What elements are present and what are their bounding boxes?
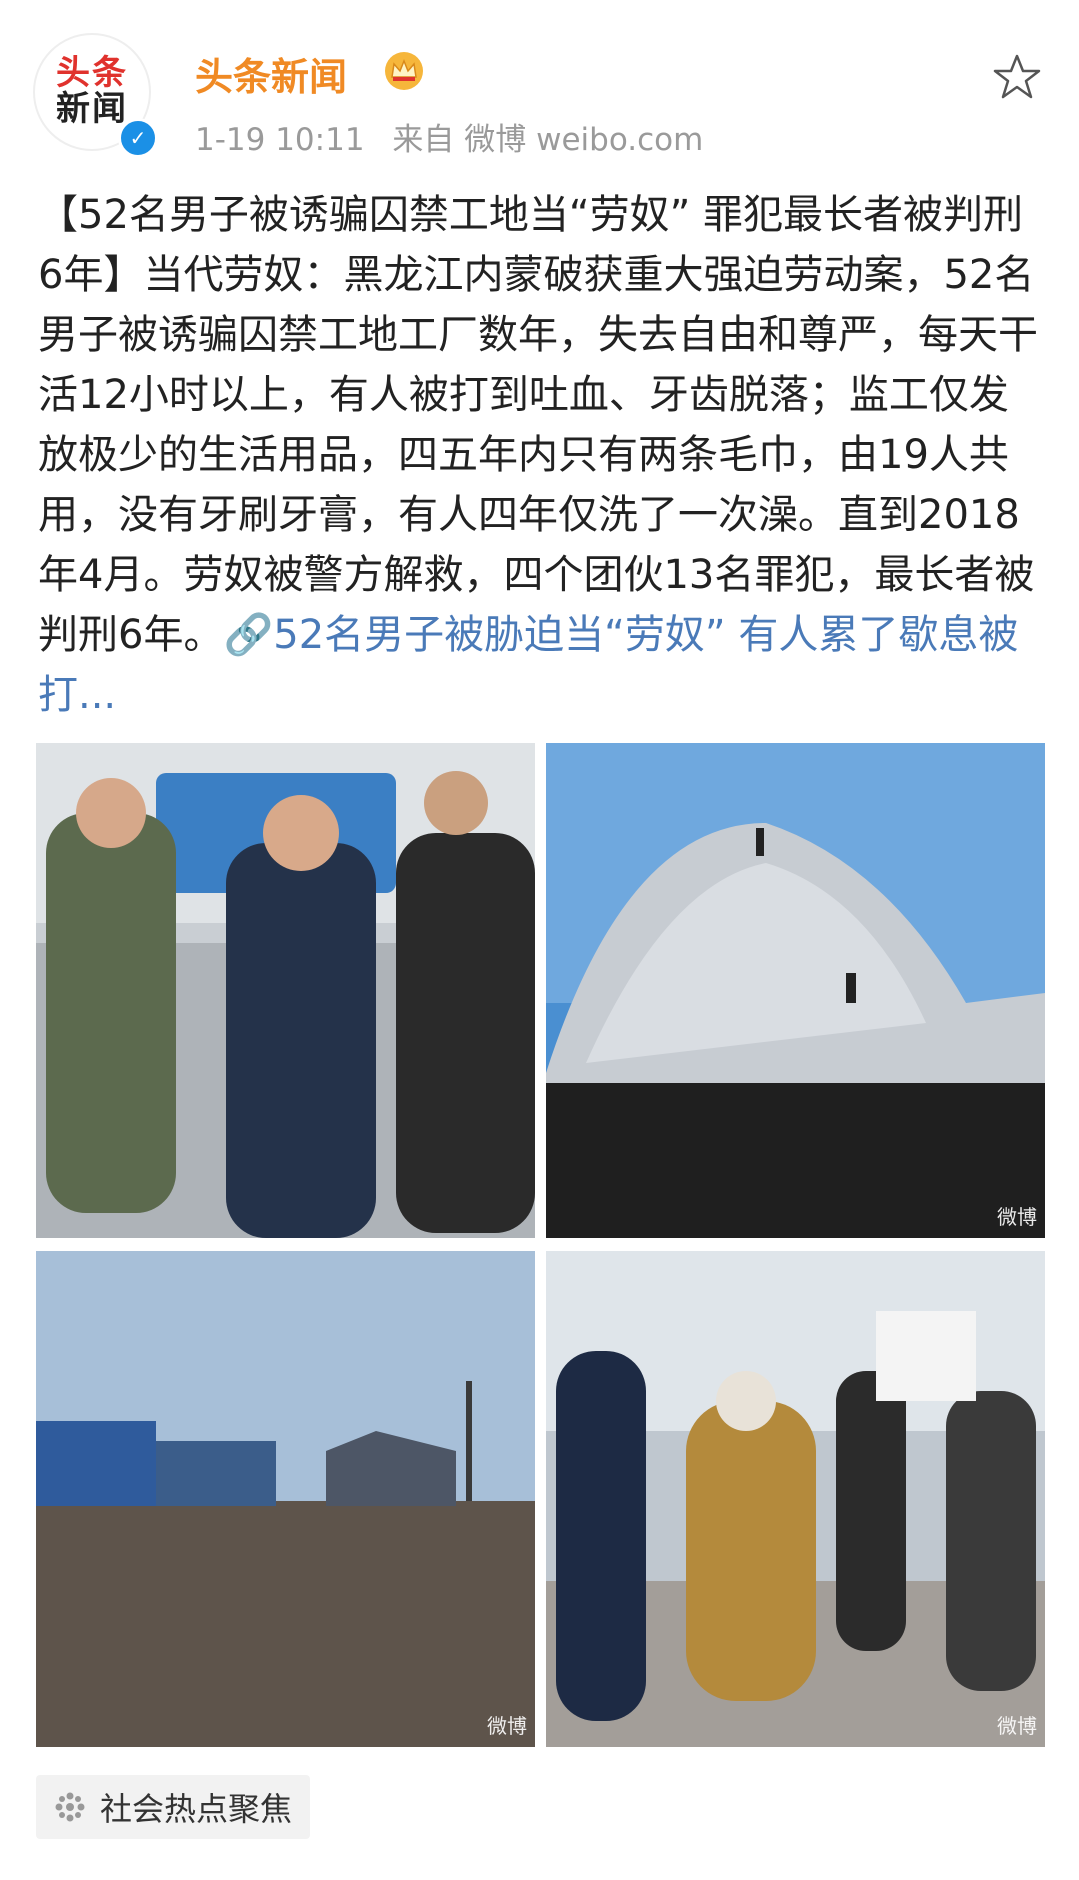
post-body: 【52名男子被诱骗囚禁工地当“劳奴” 罪犯最长者被判刑6年】当代劳奴：黑龙江内蒙…: [38, 185, 1048, 725]
avatar-text-bottom: 新闻: [56, 89, 128, 129]
photo-factory-yard[interactable]: 微博: [36, 1251, 535, 1747]
avatar-text-top: 头条: [56, 53, 128, 94]
star-outline-icon[interactable]: [992, 52, 1042, 102]
timestamp: 1-19 10:11: [195, 122, 365, 158]
source: 来自 微博 weibo.com: [392, 122, 704, 158]
photo-courtroom[interactable]: [36, 743, 535, 1238]
verified-badge-icon: ✓: [118, 118, 158, 158]
watermark: 微博: [997, 1714, 1037, 1738]
crown-icon: [385, 52, 423, 90]
username[interactable]: 头条新闻: [195, 46, 347, 101]
photo-sack-pile[interactable]: 微博: [546, 743, 1045, 1238]
hot-topic-icon: [55, 1792, 85, 1822]
watermark: 微博: [997, 1205, 1037, 1229]
watermark: 微博: [487, 1714, 527, 1738]
topic-tag-label: 社会热点聚焦: [100, 1790, 293, 1828]
photo-street-crowd[interactable]: 微博: [546, 1251, 1045, 1747]
post-meta: 1-19 10:11 来自 微博 weibo.com: [195, 114, 721, 159]
topic-tag[interactable]: 社会热点聚焦: [36, 1775, 311, 1839]
post-text: 【52名男子被诱骗囚禁工地当“劳奴” 罪犯最长者被判刑6年】当代劳奴：黑龙江内蒙…: [38, 192, 1038, 658]
